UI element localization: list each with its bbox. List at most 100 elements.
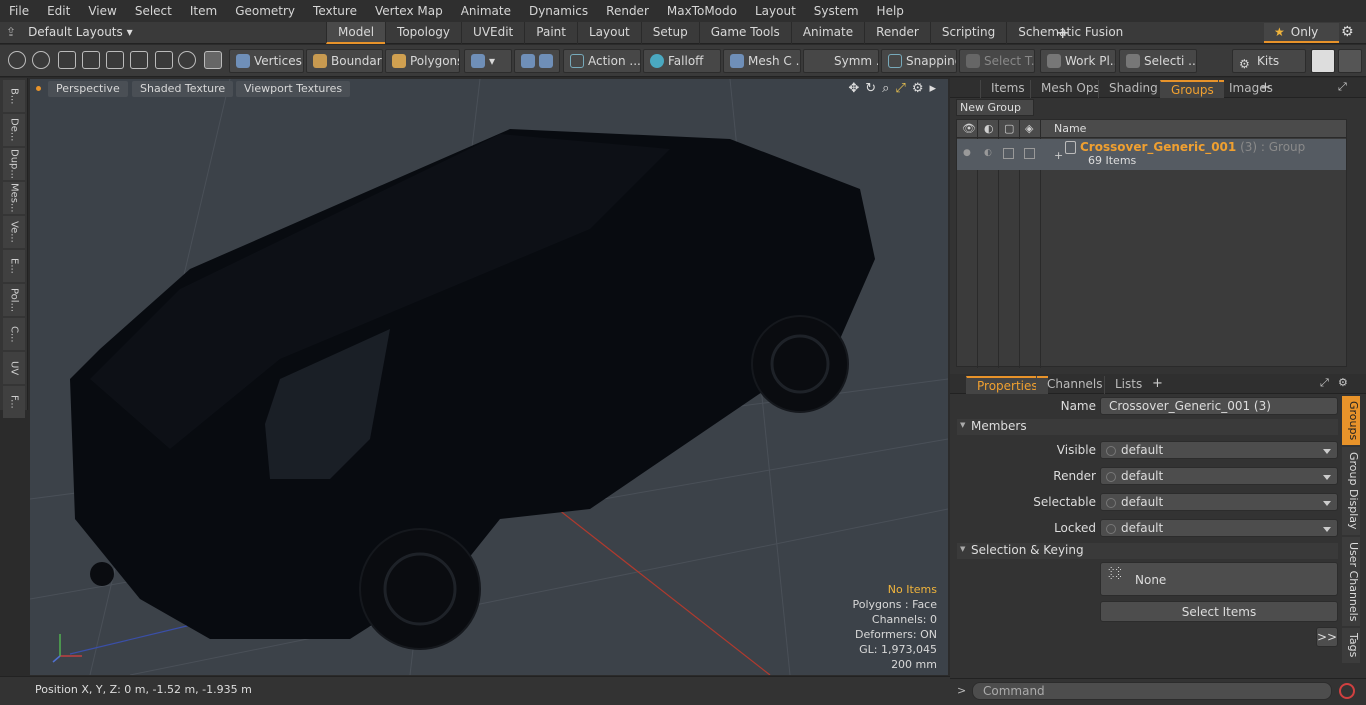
select-checkbox[interactable]: [1024, 148, 1035, 159]
selection-keying-section[interactable]: Selection & Keying: [957, 543, 1338, 559]
polygons-button[interactable]: Polygons: [385, 49, 460, 73]
mesh-constraint-button[interactable]: Mesh C ...: [723, 49, 801, 73]
viewport-menu-dot[interactable]: [36, 86, 41, 91]
action-button[interactable]: Action ...: [563, 49, 641, 73]
record-icon[interactable]: [1339, 683, 1355, 699]
tab-topology[interactable]: Topology: [385, 22, 461, 44]
globe-icon[interactable]: [32, 51, 50, 69]
maximize-icon[interactable]: ⤢: [895, 81, 905, 96]
left-tool-tab[interactable]: Pol...: [2, 284, 25, 316]
pen-icon[interactable]: [58, 51, 76, 69]
perspective-tab[interactable]: Perspective: [48, 81, 128, 97]
menu-animate[interactable]: Animate: [452, 4, 520, 18]
menu-layout[interactable]: Layout: [746, 4, 805, 18]
menu-maxtomodo[interactable]: MaxToModo: [658, 4, 746, 18]
tab-render[interactable]: Render: [864, 22, 930, 44]
menu-render[interactable]: Render: [597, 4, 658, 18]
menu-geometry[interactable]: Geometry: [226, 4, 304, 18]
panel-tab-add-icon[interactable]: +: [1260, 80, 1271, 95]
tab-game-tools[interactable]: Game Tools: [698, 22, 791, 44]
render-toggle-icon[interactable]: ◐: [984, 148, 992, 158]
tab-setup[interactable]: Setup: [640, 22, 699, 44]
panel-tab-add-icon[interactable]: +: [1152, 376, 1163, 391]
rotate-icon[interactable]: ↻: [865, 81, 876, 96]
left-tool-tab[interactable]: UV: [2, 352, 25, 384]
zoom-icon[interactable]: ⌕: [882, 81, 889, 96]
side-tab-tags[interactable]: Tags: [1342, 628, 1360, 663]
side-tab-groups[interactable]: Groups: [1342, 396, 1360, 446]
left-tool-tab[interactable]: B...: [2, 80, 25, 112]
kits-button[interactable]: ⚙ Kits: [1232, 49, 1306, 73]
shaded-texture-tab[interactable]: Shaded Texture: [132, 81, 234, 97]
select-items-button[interactable]: Select Items: [1100, 601, 1338, 622]
side-tab-user-channels[interactable]: User Channels: [1342, 536, 1360, 627]
tab-uvedit[interactable]: UVEdit: [461, 22, 524, 44]
item-mode-button[interactable]: ▾: [464, 49, 512, 73]
panel-tab-images[interactable]: Images: [1218, 80, 1283, 98]
menu-texture[interactable]: Texture: [304, 4, 366, 18]
menu-edit[interactable]: Edit: [38, 4, 79, 18]
members-section[interactable]: Members: [957, 419, 1338, 435]
shield-icon[interactable]: [204, 51, 222, 69]
tab-model[interactable]: Model: [326, 22, 386, 44]
only-toggle[interactable]: ★ Only: [1264, 23, 1339, 43]
property-dropdown-selectable[interactable]: default: [1100, 493, 1338, 511]
sphere-icon[interactable]: [178, 51, 196, 69]
arrow-right-icon[interactable]: ▸: [929, 81, 936, 96]
menu-select[interactable]: Select: [126, 4, 181, 18]
lock-checkbox[interactable]: [1003, 148, 1014, 159]
left-tool-tab[interactable]: C...: [2, 318, 25, 350]
tab-layout[interactable]: Layout: [576, 22, 641, 44]
property-dropdown-visible[interactable]: default: [1100, 441, 1338, 459]
align-icon[interactable]: [106, 51, 124, 69]
menu-view[interactable]: View: [79, 4, 125, 18]
command-input[interactable]: Command: [972, 682, 1332, 700]
unreal-icon[interactable]: [1338, 49, 1362, 73]
symmetry-mode-button[interactable]: [514, 49, 560, 73]
selection-none-button[interactable]: ⁘⁘ ⁘⁘ None: [1100, 562, 1338, 596]
property-dropdown-render[interactable]: default: [1100, 467, 1338, 485]
settings-icon[interactable]: ⚙: [912, 81, 924, 96]
viewport-textures-tab[interactable]: Viewport Textures: [236, 81, 351, 97]
new-group-button[interactable]: New Group: [956, 99, 1034, 116]
menu-dynamics[interactable]: Dynamics: [520, 4, 597, 18]
menu-file[interactable]: File: [0, 4, 38, 18]
left-tool-tab[interactable]: F...: [2, 386, 25, 418]
tab-paint[interactable]: Paint: [524, 22, 577, 44]
expand-panel-icon[interactable]: ⤢: [1338, 80, 1347, 94]
left-tool-tab[interactable]: De...: [2, 114, 25, 146]
tab-schematic-fusion[interactable]: Schematic Fusion: [1006, 22, 1134, 44]
box-icon[interactable]: [155, 51, 173, 69]
menu-help[interactable]: Help: [868, 4, 913, 18]
panel-tab-lists[interactable]: Lists: [1104, 376, 1152, 394]
brush-icon[interactable]: [82, 51, 100, 69]
symmetry-button[interactable]: Symm ...: [803, 49, 879, 73]
3d-viewport[interactable]: Perspective Shaded Texture Viewport Text…: [30, 79, 948, 675]
grid-icon[interactable]: [130, 51, 148, 69]
gear-icon[interactable]: ⚙: [1341, 24, 1354, 40]
select-through-button[interactable]: Select T...: [959, 49, 1035, 73]
group-name-field[interactable]: Crossover_Generic_001 (3): [1100, 397, 1338, 415]
circle-select-icon[interactable]: [8, 51, 26, 69]
expand-panel-icon[interactable]: ⤢: [1320, 376, 1329, 390]
menu-system[interactable]: System: [805, 4, 868, 18]
settings-icon[interactable]: ⚙: [1338, 376, 1348, 389]
add-tab-icon[interactable]: +: [1056, 23, 1069, 42]
more-button[interactable]: >>: [1316, 627, 1338, 647]
selection-sets-button[interactable]: Selecti ...: [1119, 49, 1197, 73]
tab-scripting[interactable]: Scripting: [929, 22, 1006, 44]
cube-logo-icon[interactable]: [1311, 49, 1335, 73]
boundary-button[interactable]: Boundary: [306, 49, 383, 73]
side-tab-group-display[interactable]: Group Display: [1342, 447, 1360, 535]
left-tool-tab[interactable]: Dup...: [2, 148, 25, 180]
panel-tab-groups[interactable]: Groups: [1160, 80, 1224, 98]
panel-tab-channels[interactable]: Channels: [1036, 376, 1113, 394]
menu-vertex-map[interactable]: Vertex Map: [366, 4, 452, 18]
left-tool-tab[interactable]: E...: [2, 250, 25, 282]
groups-scrollbar[interactable]: [1349, 119, 1359, 367]
tab-animate[interactable]: Animate: [790, 22, 864, 44]
left-tool-tab[interactable]: Mes...: [2, 182, 25, 214]
vertices-button[interactable]: Vertices: [229, 49, 304, 73]
left-tool-tab[interactable]: Ve...: [2, 216, 25, 248]
falloff-button[interactable]: Falloff: [643, 49, 721, 73]
